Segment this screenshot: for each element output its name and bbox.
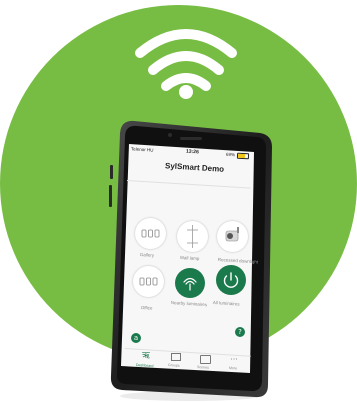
power-icon xyxy=(223,272,239,288)
status-time: 13:26 xyxy=(185,148,199,156)
tile-label-gallery: Gallery xyxy=(139,252,155,258)
header-divider xyxy=(126,180,251,189)
help-button[interactable]: ? xyxy=(235,327,245,337)
nav-label-scenes: Scenes xyxy=(196,365,209,370)
nav-item-more[interactable]: ··· More xyxy=(224,355,244,373)
tile-label-recessed-downlight: Recessed downlight xyxy=(217,257,259,265)
tile-gallery[interactable] xyxy=(135,218,166,249)
more-icon: ··· xyxy=(230,355,238,364)
scene-icon xyxy=(199,355,211,364)
tile-label-office: Office xyxy=(140,305,153,311)
nav-label-groups: Groups xyxy=(167,363,180,368)
grid-icon xyxy=(171,353,181,361)
proximity-icon xyxy=(183,277,197,291)
nav-item-groups[interactable]: Groups xyxy=(166,353,186,369)
page-title: SylSmart Demo xyxy=(164,161,225,174)
tile-label-all-luminaires: All luminaires xyxy=(212,300,240,307)
tile-all-luminaires[interactable] xyxy=(216,265,246,295)
tile-label-nearby-luminaires: Nearby luminaires xyxy=(170,300,208,308)
nav-item-scenes[interactable]: Scenes xyxy=(195,355,215,371)
app-screen: Telenor HU 13:26 69% SylSmart Demo Galle… xyxy=(0,0,357,402)
add-button[interactable]: a xyxy=(131,333,141,343)
battery-icon xyxy=(236,152,250,160)
tile-wall-lamp[interactable] xyxy=(177,221,208,252)
dashboard-icon: ऋ xyxy=(142,351,150,361)
spotlight-icon xyxy=(225,227,239,242)
light-switch-icon xyxy=(139,277,158,286)
tile-nearby-luminaires[interactable] xyxy=(175,268,205,298)
light-switch-icon xyxy=(141,229,160,238)
tile-label-wall-lamp: Wall lamp xyxy=(179,255,200,262)
tile-recessed-downlight[interactable] xyxy=(217,221,248,252)
nav-item-dashboard[interactable]: ऋ Dashboard xyxy=(135,351,156,369)
tile-office[interactable] xyxy=(133,266,164,297)
status-battery: 69% xyxy=(225,151,236,158)
nav-label-more: More xyxy=(228,366,238,371)
wall-lamp-icon xyxy=(187,225,198,248)
status-carrier: Telenor HU xyxy=(130,146,154,153)
nav-label-dashboard: Dashboard xyxy=(135,363,154,369)
